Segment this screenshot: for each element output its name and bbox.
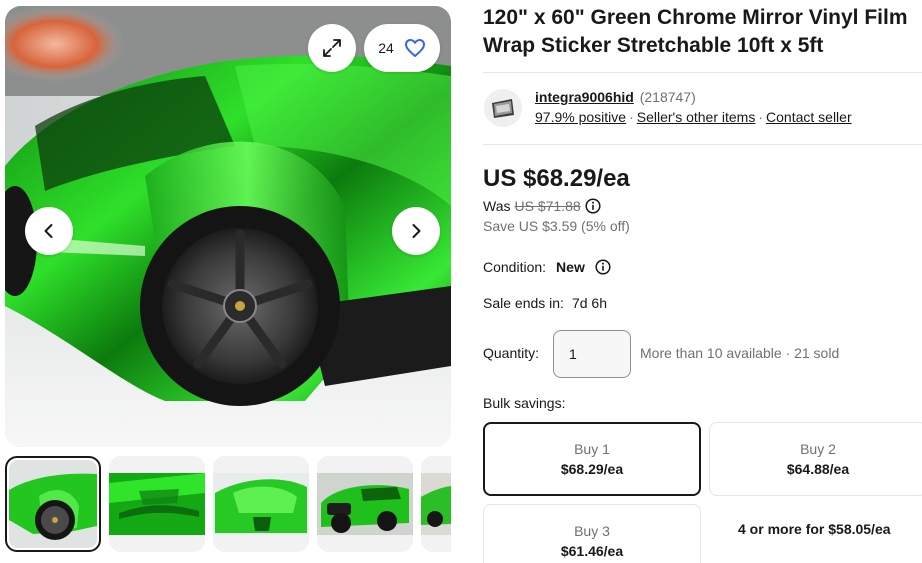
separator: ·: [758, 109, 764, 125]
was-price-row: Was US $71.88: [483, 198, 601, 214]
condition-row: Condition: New: [483, 259, 611, 275]
thumbnail-image: [421, 473, 451, 535]
quantity-availability: More than 10 available · 21 sold: [640, 345, 840, 361]
condition-label: Condition:: [483, 259, 547, 275]
savings-text: Save US $3.59 (5% off): [483, 218, 630, 234]
condition-value: New: [556, 259, 585, 275]
bulk-savings-label: Bulk savings:: [483, 395, 566, 411]
thumbnail-3[interactable]: [213, 456, 309, 552]
previous-image-button[interactable]: [25, 207, 73, 255]
main-product-image[interactable]: 24: [5, 6, 451, 447]
bulk-option-buy-3[interactable]: Buy 3 $61.46/ea: [483, 504, 701, 563]
divider: [483, 72, 922, 73]
seller-links: 97.9% positive · Seller's other items · Cont…: [535, 109, 852, 125]
was-price: US $71.88: [514, 198, 581, 214]
bulk-price: $68.29/ea: [560, 461, 624, 477]
sale-ends-row: Sale ends in: 7d 6h: [483, 295, 607, 311]
seller-positive-link[interactable]: 97.9% positive: [535, 109, 626, 125]
heart-icon: [404, 39, 425, 57]
next-image-button[interactable]: [392, 207, 440, 255]
seller-feedback-score: (218747): [639, 89, 696, 105]
seller-logo-icon: [484, 89, 522, 127]
seller-name-link[interactable]: integra9006hid: [535, 89, 634, 105]
seller-info: integra9006hid (218747): [535, 89, 696, 105]
sale-ends-value: 7d 6h: [571, 295, 607, 311]
bulk-price: $64.88/ea: [786, 461, 850, 477]
expand-image-button[interactable]: [308, 24, 356, 72]
thumbnail-2[interactable]: [109, 456, 205, 552]
thumbnail-image: [317, 473, 413, 535]
listing-title: 120" x 60" Green Chrome Mirror Vinyl Fil…: [483, 6, 908, 57]
bulk-four-or-more: 4 or more for $58.05/ea: [738, 521, 891, 537]
contact-seller-link[interactable]: Contact seller: [766, 109, 852, 125]
bulk-tier: Buy 2: [800, 441, 836, 457]
seller-other-items-link[interactable]: Seller's other items: [637, 109, 756, 125]
bulk-option-buy-1[interactable]: Buy 1 $68.29/ea: [483, 422, 701, 496]
divider: [483, 144, 922, 145]
thumbnail-4[interactable]: [317, 456, 413, 552]
thumbnail-5[interactable]: [421, 456, 451, 552]
thumbnail-1[interactable]: [5, 456, 101, 552]
bulk-price: $61.46/ea: [560, 543, 624, 559]
thumbnail-image: [213, 473, 309, 535]
price: US $68.29/ea: [483, 165, 630, 192]
info-icon[interactable]: [595, 259, 611, 275]
chevron-right-icon: [412, 224, 421, 238]
thumbnail-image: [109, 473, 205, 535]
watch-button[interactable]: 24: [364, 24, 440, 72]
quantity-input[interactable]: [553, 330, 631, 378]
quantity-label: Quantity:: [483, 345, 540, 361]
watch-count: 24: [378, 40, 394, 56]
chevron-left-icon: [44, 224, 53, 238]
expand-icon: [323, 39, 341, 57]
separator: ·: [629, 109, 634, 125]
bulk-tier: Buy 3: [574, 523, 610, 539]
sale-ends-label: Sale ends in:: [483, 295, 564, 311]
bulk-tier: Buy 1: [574, 441, 610, 457]
thumbnail-strip: [5, 456, 451, 552]
bulk-option-buy-2[interactable]: Buy 2 $64.88/ea: [709, 422, 922, 496]
was-label: Was: [483, 198, 511, 214]
seller-avatar[interactable]: [484, 89, 522, 127]
thumbnail-image: [9, 460, 97, 548]
info-icon[interactable]: [585, 198, 601, 214]
